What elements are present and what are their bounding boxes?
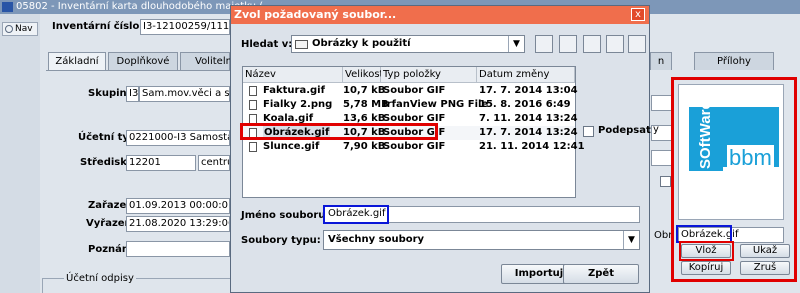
- nav-button[interactable]: Nav: [2, 22, 38, 36]
- depreciation-label: Účetní odpisy: [64, 273, 136, 284]
- right-field-1[interactable]: [651, 95, 673, 111]
- file-type: Soubor GIF: [383, 141, 446, 152]
- look-in-label: Hledat v:: [241, 39, 293, 50]
- account-type-field[interactable]: 0221000-I3 Samostatné v: [126, 130, 230, 146]
- folder-icon: [295, 40, 308, 49]
- png-file-icon: [249, 100, 257, 110]
- filename-label: Jméno souboru:: [241, 210, 330, 221]
- look-in-value: Obrázky k použití: [312, 38, 411, 49]
- tab-attachments[interactable]: Přílohy: [694, 52, 774, 70]
- file-row[interactable]: Fialky 2.png 5,78 MB IrfanView PNG File …: [243, 98, 575, 112]
- file-type: IrfanView PNG File: [383, 99, 489, 110]
- inventory-number-field[interactable]: I3-12100259/111: [140, 19, 230, 35]
- column-date[interactable]: Datum změny: [477, 67, 575, 83]
- cost-center-field[interactable]: 12201: [126, 155, 196, 171]
- details-view-icon[interactable]: [628, 35, 646, 53]
- home-icon[interactable]: [559, 35, 577, 53]
- tab-divider: [46, 70, 230, 71]
- right-checkbox[interactable]: [660, 176, 671, 187]
- tab-basic[interactable]: Základní: [48, 52, 106, 70]
- filetype-combo[interactable]: Všechny soubory ▼: [323, 230, 640, 250]
- file-chooser-dialog: Zvol požadovaný soubor... x Hledat v: Ob…: [230, 5, 651, 293]
- placed-date-field[interactable]: 01.09.2013 00:00:01: [126, 198, 230, 214]
- close-icon[interactable]: x: [631, 8, 645, 21]
- inventory-number-label: Inventární číslo: [52, 21, 140, 32]
- file-date: 17. 7. 2014 13:04: [479, 85, 578, 96]
- cost-center-name-field[interactable]: centru: [198, 155, 230, 171]
- file-row[interactable]: Slunce.gif 7,90 kB Soubor GIF 21. 11. 20…: [243, 140, 585, 154]
- tab-optional[interactable]: Volitelné: [180, 52, 238, 70]
- chevron-down-icon[interactable]: ▼: [508, 36, 524, 52]
- app-icon: [2, 2, 13, 12]
- highlight-selected-file: [240, 123, 438, 140]
- file-name: Faktura.gif: [263, 85, 325, 96]
- highlight-filename: [323, 205, 389, 224]
- tab-additional[interactable]: Doplňkové: [108, 52, 178, 70]
- file-name: Fialky 2.png: [263, 99, 333, 110]
- back-button[interactable]: Zpět: [563, 264, 639, 284]
- file-type: Soubor GIF: [383, 85, 446, 96]
- right-y-text: y: [653, 124, 659, 135]
- column-size[interactable]: Velikost: [343, 67, 383, 83]
- file-date: 21. 11. 2014 12:41: [479, 141, 585, 152]
- up-folder-icon[interactable]: [535, 35, 553, 53]
- file-date: 17. 7. 2014 13:24: [479, 127, 578, 138]
- disposed-date-field[interactable]: 21.08.2020 13:29:06: [126, 216, 230, 232]
- dialog-title-bar: Zvol požadovaný soubor...: [231, 6, 649, 24]
- file-size: 5,78 MB: [343, 99, 389, 110]
- sign-label: Podepsat: [598, 125, 651, 136]
- nav-label: Nav: [15, 24, 33, 34]
- dialog-title: Zvol požadovaný soubor...: [234, 8, 397, 21]
- column-name[interactable]: Název: [243, 67, 343, 83]
- filetype-label: Soubory typu:: [241, 235, 321, 246]
- list-view-icon[interactable]: [606, 35, 624, 53]
- column-type[interactable]: Typ položky: [381, 67, 477, 83]
- group-name-field[interactable]: Sam.mov.věci a soubor: [139, 86, 230, 102]
- circle-icon: [5, 25, 13, 33]
- look-in-combo[interactable]: Obrázky k použití ▼: [291, 35, 525, 53]
- disposed-label: Vyřazen: [86, 218, 132, 229]
- navigation-sidebar: Nav: [0, 14, 40, 293]
- highlight-insert-button: [679, 241, 734, 261]
- sign-checkbox[interactable]: [583, 126, 594, 137]
- group-code-field[interactable]: I3: [126, 86, 139, 102]
- tab-partial[interactable]: n: [650, 52, 672, 70]
- right-field-3[interactable]: [651, 150, 673, 166]
- file-date: 15. 8. 2016 6:49: [479, 99, 571, 110]
- file-size: 7,90 kB: [343, 141, 386, 152]
- new-folder-icon[interactable]: [583, 35, 601, 53]
- file-row[interactable]: Faktura.gif 10,7 kB Soubor GIF 17. 7. 20…: [243, 84, 578, 98]
- gif-file-icon: [249, 142, 257, 152]
- file-name: Slunce.gif: [263, 141, 320, 152]
- file-date: 7. 11. 2014 13:24: [479, 113, 578, 124]
- gif-file-icon: [249, 86, 257, 96]
- image-label: Obr: [654, 230, 673, 241]
- note-field[interactable]: [126, 241, 230, 257]
- chevron-down-icon[interactable]: ▼: [623, 231, 639, 249]
- filetype-value: Všechny soubory: [328, 234, 425, 245]
- file-size: 10,7 kB: [343, 85, 386, 96]
